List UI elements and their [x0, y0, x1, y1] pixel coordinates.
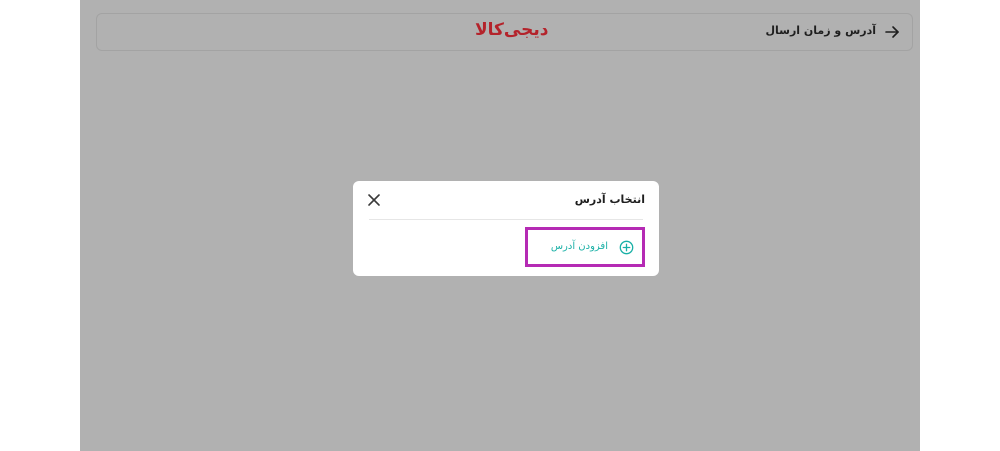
digikala-logo[interactable]: دیجی‌کالا: [475, 20, 549, 40]
checkout-header: آدرس و زمان ارسال دیجی‌کالا: [96, 13, 913, 51]
close-icon[interactable]: [367, 193, 381, 207]
modal-divider: [369, 219, 643, 220]
modal-title: انتخاب آدرس: [574, 193, 645, 206]
add-address-label: افزودن آدرس: [550, 241, 608, 252]
page-overlay: آدرس و زمان ارسال دیجی‌کالا انتخاب آدرس …: [80, 0, 920, 451]
page-title: آدرس و زمان ارسال: [765, 24, 876, 37]
arrow-right-icon[interactable]: [884, 24, 900, 40]
select-address-modal: انتخاب آدرس افزودن آدرس: [353, 181, 659, 276]
plus-circle-icon: [619, 240, 634, 255]
add-address-button[interactable]: افزودن آدرس: [525, 227, 645, 267]
